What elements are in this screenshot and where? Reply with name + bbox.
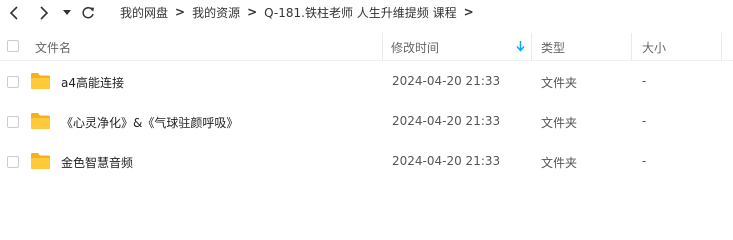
file-type: 文件夹 — [541, 156, 578, 170]
file-modified-time: 2024-04-20 21:33 — [392, 154, 501, 168]
folder-icon — [31, 153, 50, 169]
file-name[interactable]: a4高能连接 — [61, 74, 124, 91]
sort-down-arrow-icon[interactable] — [516, 41, 525, 52]
history-dropdown-button[interactable] — [57, 2, 77, 24]
file-size: - — [642, 154, 647, 168]
column-header-name[interactable]: 文件名 — [35, 39, 71, 56]
file-name[interactable]: 《心灵净化》&《气球驻颜呼吸》 — [61, 114, 238, 131]
file-modified-time: 2024-04-20 21:33 — [392, 114, 501, 128]
back-button[interactable] — [3, 2, 25, 24]
breadcrumb-item-my-drive[interactable]: 我的网盘 — [120, 4, 168, 21]
folder-icon — [31, 73, 50, 89]
caret-down-icon — [63, 10, 71, 15]
file-list-header: 文件名 修改时间 类型 大小 — [0, 33, 733, 61]
breadcrumb: 我的网盘 > 我的资源 > Q-181.铁柱老师 人生升维提频 课程 > — [120, 0, 481, 24]
file-row[interactable]: 《心灵净化》&《气球驻颜呼吸》 2024-04-20 21:33 文件夹 - — [0, 102, 733, 142]
breadcrumb-item-current-folder[interactable]: Q-181.铁柱老师 人生升维提频 课程 — [264, 4, 456, 21]
column-header-size[interactable]: 大小 — [642, 39, 666, 56]
breadcrumb-separator: > — [247, 5, 258, 19]
file-modified-time: 2024-04-20 21:33 — [392, 74, 501, 88]
navigation-bar: 我的网盘 > 我的资源 > Q-181.铁柱老师 人生升维提频 课程 > — [0, 0, 733, 26]
select-all-checkbox[interactable] — [7, 40, 19, 52]
refresh-icon — [82, 6, 94, 19]
chevron-right-icon — [40, 6, 49, 20]
column-divider[interactable] — [531, 33, 532, 60]
forward-button[interactable] — [33, 2, 55, 24]
file-row[interactable]: 金色智慧音频 2024-04-20 21:33 文件夹 - — [0, 142, 733, 182]
file-type: 文件夹 — [541, 76, 578, 90]
row-checkbox[interactable] — [7, 156, 19, 168]
row-checkbox[interactable] — [7, 116, 19, 128]
file-size: - — [642, 114, 647, 128]
chevron-left-icon — [9, 6, 18, 20]
column-divider[interactable] — [382, 33, 383, 60]
column-header-modified[interactable]: 修改时间 — [391, 39, 439, 56]
breadcrumb-separator: > — [175, 5, 186, 19]
column-divider[interactable] — [631, 33, 632, 60]
breadcrumb-separator: > — [463, 5, 474, 19]
file-type: 文件夹 — [541, 116, 578, 130]
column-header-type[interactable]: 类型 — [541, 39, 565, 56]
breadcrumb-item-my-resources[interactable]: 我的资源 — [192, 4, 240, 21]
row-checkbox[interactable] — [7, 76, 19, 88]
refresh-button[interactable] — [77, 2, 99, 24]
folder-icon — [31, 113, 50, 129]
column-divider[interactable] — [721, 33, 722, 60]
file-row[interactable]: a4高能连接 2024-04-20 21:33 文件夹 - — [0, 62, 733, 102]
file-name[interactable]: 金色智慧音频 — [61, 154, 133, 171]
file-size: - — [642, 74, 647, 88]
